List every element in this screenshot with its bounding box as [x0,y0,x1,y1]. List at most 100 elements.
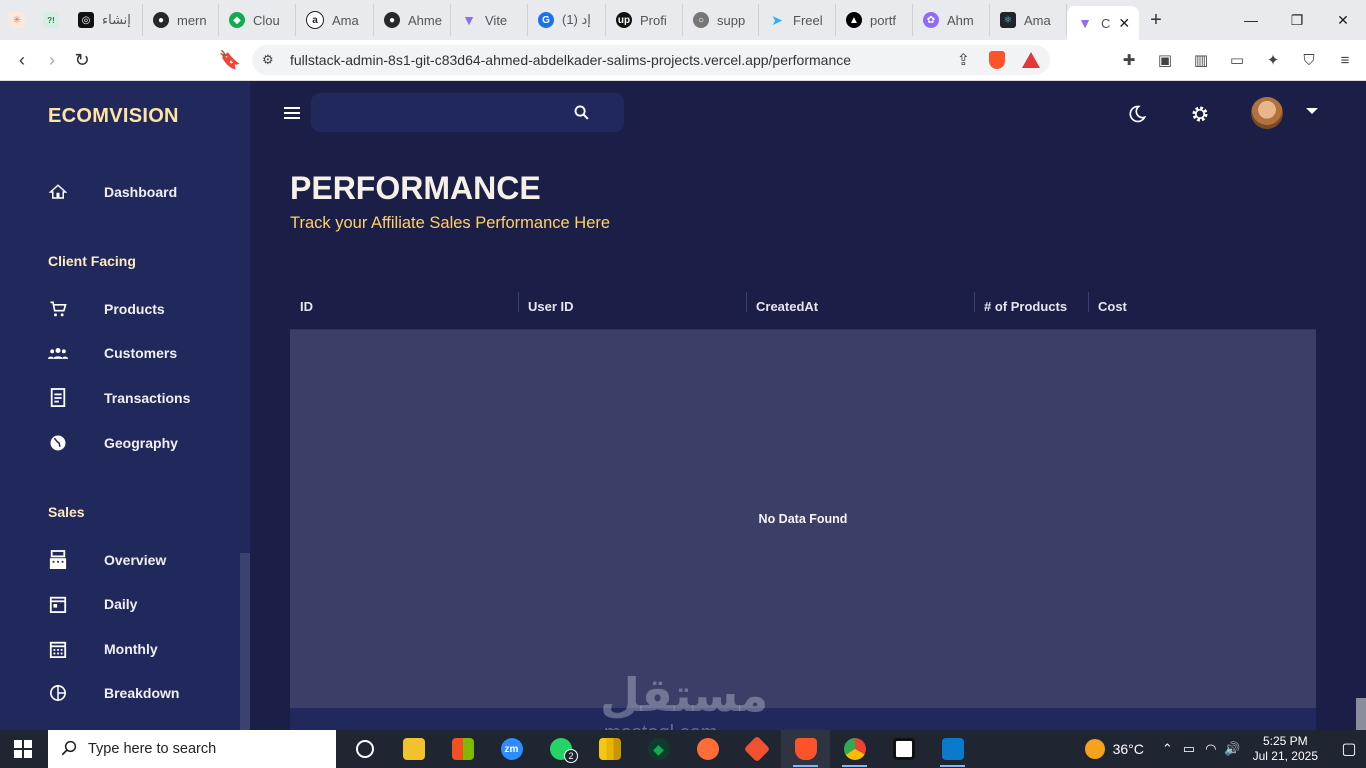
reload-icon[interactable]: ↻ [67,45,97,75]
sidebar-toggle-icon[interactable]: ▥ [1186,46,1216,74]
sidebar-item-products[interactable]: Products [0,289,240,329]
whatsapp-badge: 2 [564,749,578,763]
active-tab[interactable]: ▼ C ✕ [1067,6,1139,40]
tab[interactable]: ▲ portf [836,4,913,36]
chrome-icon[interactable] [830,730,879,768]
tab[interactable]: ◎ إنشاء [68,4,143,36]
sidebar-item-geography[interactable]: Geography [0,423,240,463]
tab[interactable]: a Ama [296,4,374,36]
pinned-tab[interactable]: ✳ [0,4,34,36]
column-header-cost[interactable]: Cost [1098,284,1127,329]
zoom-icon[interactable]: zm [487,730,536,768]
tab[interactable]: ✿ Ahm [913,4,990,36]
tab-label: portf [870,12,897,28]
tab[interactable]: ⚛ Ama [990,4,1067,36]
tab[interactable]: ● mern [143,4,219,36]
column-header-id[interactable]: ID [300,284,313,329]
point-of-sale-icon [48,550,68,570]
close-tab-icon[interactable]: ✕ [1118,15,1130,32]
search-icon[interactable] [573,104,590,126]
weather-text[interactable]: 36°C [1113,741,1144,757]
sidebar-item-daily[interactable]: Daily [0,584,240,624]
postman-icon[interactable] [683,730,732,768]
clock-date: Jul 21, 2025 [1252,749,1318,763]
vpn-icon[interactable]: ⛉ [1294,46,1324,74]
google-icon: G [538,12,554,28]
column-header-created-at[interactable]: CreatedAt [756,284,818,329]
cursor-icon[interactable] [879,730,928,768]
tab[interactable]: G (1) إد [528,4,606,36]
microsoft-store-icon[interactable] [438,730,487,768]
new-tab-button[interactable]: + [1139,9,1173,32]
git-icon[interactable] [732,730,781,768]
column-header-user-id[interactable]: User ID [528,284,574,329]
user-avatar[interactable] [1251,97,1283,129]
sidebar-item-transactions[interactable]: Transactions [0,378,240,418]
sidebar-item-breakdown[interactable]: Breakdown [0,673,240,713]
brand-logo[interactable]: ECOMVISION [48,105,179,128]
sidebar-item-customers[interactable]: Customers [0,333,240,373]
mongodb-compass-icon[interactable]: ◆ [634,730,683,768]
sidebar-item-dashboard[interactable]: Dashboard [0,172,240,212]
taskbar-search-input[interactable]: Type here to search [48,730,336,768]
file-explorer-icon[interactable] [389,730,438,768]
task-view-icon[interactable] [340,730,389,768]
column-separator[interactable] [746,292,747,312]
pinned-tab[interactable]: ?! [34,4,68,36]
tab[interactable]: up Profi [606,4,683,36]
column-separator[interactable] [1088,292,1089,312]
bookmark-icon[interactable]: 🔖 [215,45,245,75]
site-info-icon[interactable]: ⚙ [262,52,274,68]
tab[interactable]: ▼ Vite [451,4,528,36]
tab[interactable]: ○ supp [683,4,759,36]
globe-icon [48,433,68,453]
whatsapp-icon[interactable]: 2 [536,730,585,768]
brave-shield-icon[interactable] [989,51,1005,69]
search-input[interactable] [311,93,624,132]
back-icon[interactable]: ‹ [7,45,37,75]
app-icon: ✿ [923,12,939,28]
column-separator[interactable] [518,292,519,312]
column-header-products-count[interactable]: # of Products [984,284,1067,329]
column-separator[interactable] [974,292,975,312]
windows-start-icon[interactable] [0,730,46,768]
chevron-up-icon[interactable]: ⌃ [1162,741,1173,757]
page-scrollbar[interactable] [1356,698,1366,730]
settings-gear-icon[interactable] [1189,103,1211,125]
section-label-client-facing: Client Facing [48,253,136,269]
forward-icon[interactable]: › [37,45,67,75]
menu-icon[interactable]: ≡ [1330,46,1360,74]
tab[interactable]: ◆ Clou [219,4,296,36]
dark-mode-icon[interactable] [1126,103,1148,125]
tab-label: Clou [253,12,280,28]
chevron-down-icon[interactable] [1306,108,1318,114]
reader-icon[interactable]: ▣ [1150,46,1180,74]
sidebar-scrollbar[interactable] [240,553,250,730]
power-bi-icon[interactable] [585,730,634,768]
sidebar-item-overview[interactable]: Overview [0,540,240,580]
volume-icon[interactable]: 🔊 [1224,741,1240,757]
url-field[interactable]: ⚙ fullstack-admin-8s1-git-c83d64-ahmed-a… [252,45,1050,75]
clock[interactable]: 5:25 PM Jul 21, 2025 [1253,734,1318,764]
extensions-icon[interactable]: ✚ [1114,46,1144,74]
wifi-icon[interactable]: ◠ [1205,741,1216,757]
wallet-icon[interactable]: ▭ [1222,46,1252,74]
minimize-icon[interactable]: — [1228,0,1274,40]
home-icon [48,182,68,202]
brave-rewards-icon[interactable] [1022,52,1040,68]
hamburger-menu-icon[interactable] [282,103,302,123]
tab-label: إنشاء [102,12,131,27]
share-icon[interactable]: ⇪ [957,50,970,70]
tab[interactable]: ➤ Freel [759,4,836,36]
notifications-icon[interactable]: ▢ [1332,739,1366,759]
tab[interactable]: ● Ahme [374,4,451,36]
sidebar-item-monthly[interactable]: Monthly [0,629,240,669]
battery-icon[interactable]: ▭ [1183,741,1195,757]
tab-label: Ahm [947,12,974,28]
restore-icon[interactable]: ❐ [1274,0,1320,40]
leo-ai-icon[interactable]: ✦ [1258,46,1288,74]
brave-browser-icon[interactable] [781,730,830,768]
weather-icon[interactable] [1084,739,1105,759]
vscode-icon[interactable] [928,730,977,768]
close-window-icon[interactable]: ✕ [1320,0,1366,40]
